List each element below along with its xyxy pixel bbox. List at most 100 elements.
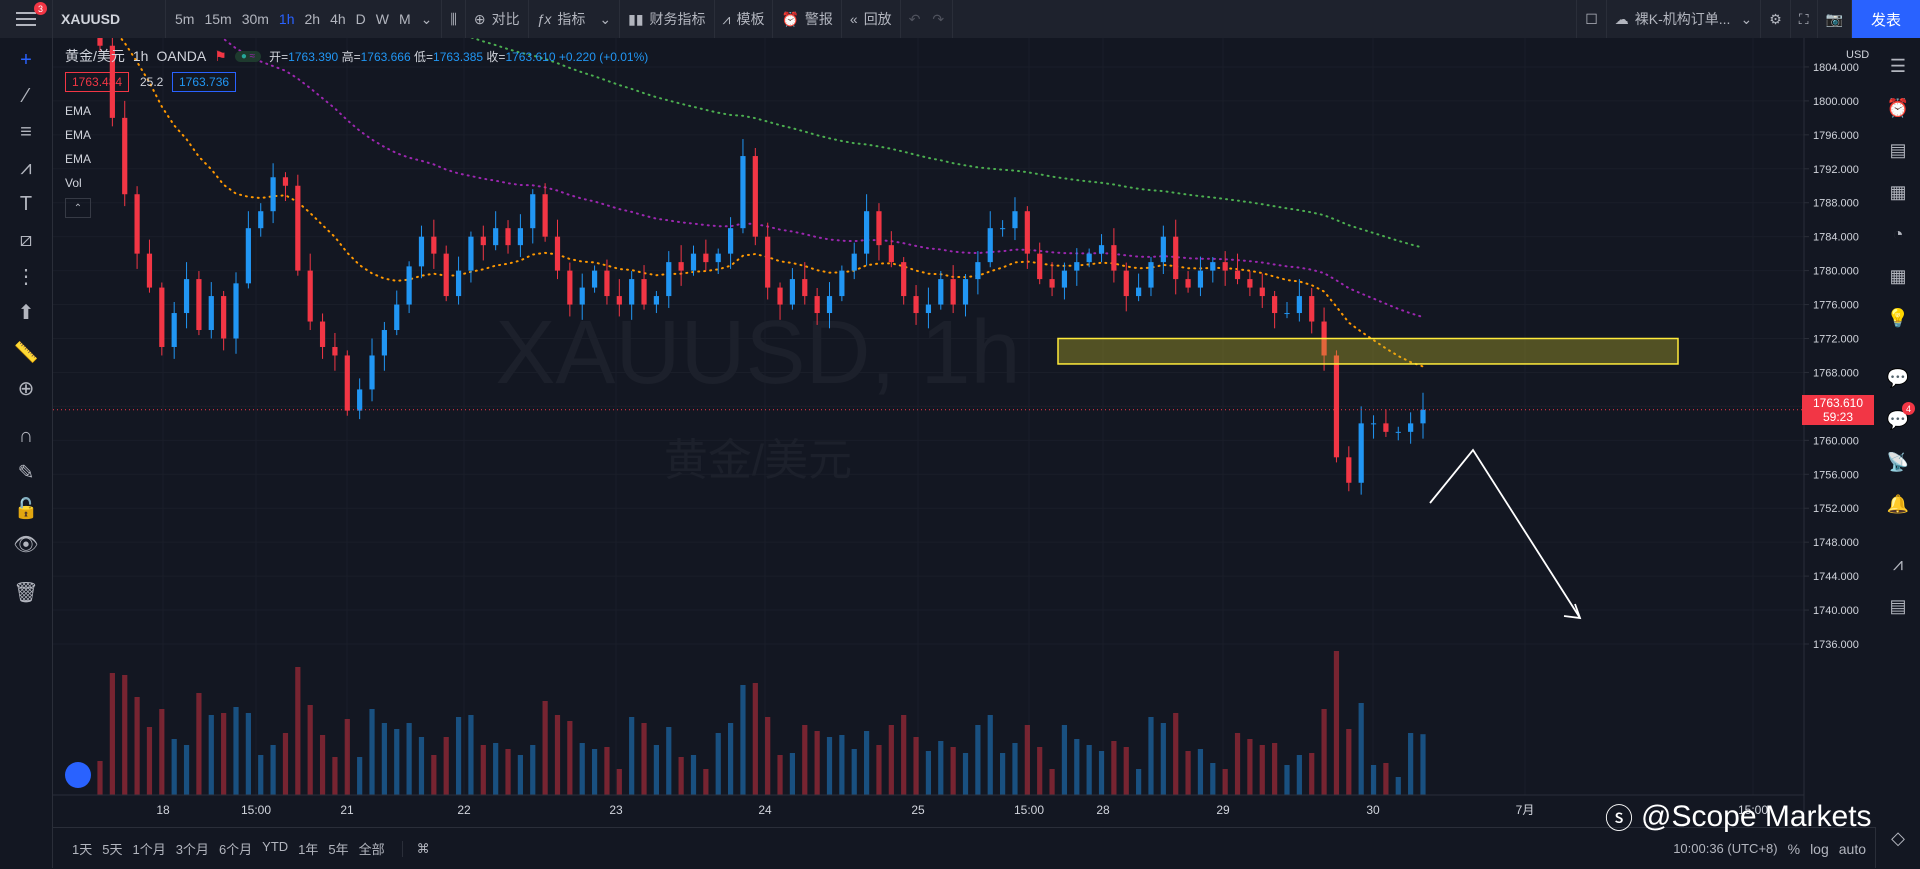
arrow-up-icon[interactable]: ⬆ (12, 298, 40, 326)
range-3m[interactable]: 3个月 (171, 839, 214, 858)
range-1m[interactable]: 1个月 (127, 839, 170, 858)
fullscreen-button[interactable]: ⛶ (1791, 0, 1818, 38)
buy-price-box[interactable]: 1763.736 (172, 72, 237, 92)
replay-button[interactable]: «回放 (842, 0, 901, 38)
chart-type-button[interactable]: ⫼ (442, 0, 466, 38)
indicator-ema-2[interactable]: EMA (65, 128, 91, 142)
layout-name-button[interactable]: ☁ 裸K-机构订单... ⌄ (1607, 0, 1762, 38)
broadcast-icon[interactable]: 📡 (1884, 448, 1912, 476)
alarm-clock-icon[interactable]: ⏰ (1884, 94, 1912, 122)
redo-icon[interactable]: ↷ (932, 11, 944, 28)
range-1y[interactable]: 1年 (293, 839, 323, 858)
collapse-legend-button[interactable]: ⌃ (65, 198, 91, 218)
messages-icon[interactable]: 💬 4 (1884, 402, 1915, 434)
parallel-lines-icon[interactable]: ≡ (12, 118, 40, 146)
tv-logo-icon[interactable] (65, 762, 91, 788)
compare-button[interactable]: ⊕ 对比 (466, 0, 529, 38)
interval-30m[interactable]: 30m (237, 11, 274, 27)
candle-body (1049, 279, 1055, 288)
pattern-icon[interactable]: ⩘ (12, 154, 40, 182)
calculator-icon[interactable]: ▤ (1884, 592, 1912, 620)
log-toggle[interactable]: log (1810, 841, 1829, 857)
candle-body (1173, 236, 1179, 280)
interval-d[interactable]: D (351, 11, 371, 27)
financials-button[interactable]: ▮▮ 财务指标 (620, 0, 715, 38)
volume-bar (208, 715, 214, 795)
volume-bar (1383, 763, 1389, 795)
candle-body (1272, 296, 1278, 314)
legend-symbol[interactable]: 黄金/美元 (65, 46, 125, 66)
candle-body (1012, 211, 1018, 229)
percent-toggle[interactable]: % (1788, 841, 1800, 857)
volume-bar (1370, 765, 1377, 795)
pencil-lock-icon[interactable]: ✎ (12, 458, 40, 486)
menu-button[interactable]: 3 (0, 0, 53, 38)
volume-bar (703, 769, 709, 795)
crosshair-icon[interactable]: + (12, 46, 40, 74)
hotlist-icon[interactable]: ◔ (1884, 220, 1912, 248)
goto-date-icon[interactable]: ⌘ (401, 840, 430, 857)
data-window-icon[interactable]: ▤ (1884, 136, 1912, 164)
range-5y[interactable]: 5年 (323, 839, 353, 858)
zoom-in-icon[interactable]: ⊕ (12, 374, 40, 402)
lock-icon[interactable]: 🔓 (12, 494, 40, 522)
indicator-ema-1[interactable]: EMA (65, 104, 91, 118)
range-1d[interactable]: 1天 (67, 839, 97, 858)
candle-body (1408, 423, 1414, 432)
interval-w[interactable]: W (371, 11, 394, 27)
measure-lines-icon[interactable]: ⋮ (12, 262, 40, 290)
candle-body (208, 296, 214, 331)
range-all[interactable]: 全部 (354, 839, 390, 858)
volume-bar (826, 737, 833, 795)
shapes-icon[interactable]: ⧄ (12, 226, 40, 254)
interval-4h[interactable]: 4h (325, 11, 351, 27)
range-6m[interactable]: 6个月 (214, 839, 257, 858)
magnet-icon[interactable]: ∩ (12, 422, 40, 450)
interval-m[interactable]: M (394, 11, 416, 27)
ideas-icon[interactable]: 💡 (1884, 304, 1912, 332)
interval-15m[interactable]: 15m (199, 11, 236, 27)
trading-panel-icon[interactable]: ⩘ (1884, 550, 1912, 578)
clock[interactable]: 10:00:36 (UTC+8) (1673, 841, 1777, 856)
range-5d[interactable]: 5天 (97, 839, 127, 858)
interval-1h[interactable]: 1h (274, 11, 300, 27)
chevron-down-icon[interactable]: ⌄ (416, 11, 438, 28)
interval-2h[interactable]: 2h (300, 11, 326, 27)
trash-icon[interactable]: 🗑 (12, 578, 40, 606)
candle-body (1395, 431, 1401, 433)
settings-button[interactable]: ⚙ (1761, 0, 1791, 38)
help-icon[interactable]: ◇ (1884, 824, 1912, 852)
auto-toggle[interactable]: auto (1839, 841, 1866, 857)
indicator-vol[interactable]: Vol (65, 176, 82, 190)
templates-button[interactable]: ⩘ 模板 (715, 0, 774, 38)
trend-line-icon[interactable]: ⁄ (12, 82, 40, 110)
range-ytd[interactable]: YTD (257, 839, 293, 858)
eye-icon[interactable]: 👁 (12, 530, 40, 558)
calendar-icon[interactable]: ▦ (1884, 262, 1912, 290)
snapshot-button[interactable]: 📷 (1818, 0, 1852, 38)
volume-bar (752, 683, 758, 795)
text-icon[interactable]: T (12, 190, 40, 218)
publish-button[interactable]: 发表 (1852, 0, 1920, 38)
price-chart[interactable]: XAUUSD, 1h 黄金/美元 1808.000 1804.000 1800.00… (53, 38, 1876, 827)
news-icon[interactable]: ▦ (1884, 178, 1912, 206)
sell-price-box[interactable]: 1763.484 (65, 72, 130, 92)
volume-bar (394, 729, 400, 795)
indicators-button[interactable]: ƒx 指标 ⌄ (529, 0, 621, 38)
market-status-icon[interactable]: ● ≈ (234, 50, 262, 62)
fullscreen-select-button[interactable]: ☐ (1576, 0, 1607, 38)
undo-icon[interactable]: ↶ (909, 11, 921, 28)
chat-icon[interactable]: 💬 (1884, 364, 1912, 392)
volume-bar (1136, 769, 1142, 795)
ruler-icon[interactable]: 📏 (12, 338, 40, 366)
volume-bar (863, 731, 870, 795)
candle-body (357, 389, 363, 411)
bell-icon[interactable]: 🔔 (1884, 490, 1912, 518)
watchlist-icon[interactable]: ☰ (1884, 52, 1912, 80)
interval-5m[interactable]: 5m (170, 11, 199, 27)
indicator-ema-3[interactable]: EMA (65, 152, 91, 166)
resistance-zone[interactable] (1057, 337, 1679, 365)
alert-button[interactable]: ⏰ 警报 (773, 0, 842, 38)
symbol-search-button[interactable]: XAUUSD (53, 0, 166, 38)
fx-icon: ƒx (536, 11, 552, 27)
